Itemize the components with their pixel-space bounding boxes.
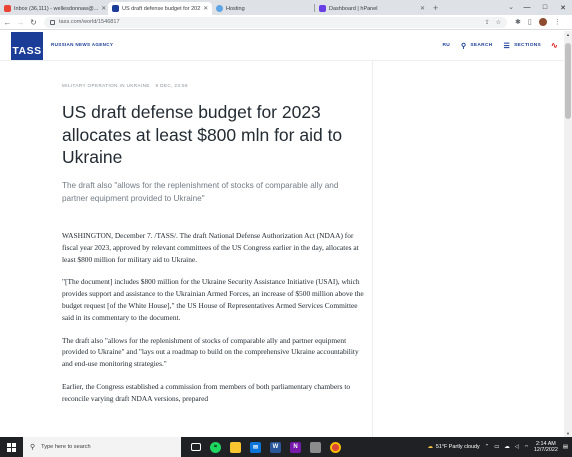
window-controls: — □ ✕ [518,0,572,15]
site-tagline: RUSSIAN NEWS AGENCY [51,42,114,47]
tab-gmail[interactable]: Inbox (36,111) - wellesdonnaw@... ✕ [0,2,108,15]
bookmark-star-icon[interactable]: ☆ [496,19,501,26]
chevron-up-icon[interactable]: ⌃ [485,444,490,450]
article-headline: US draft defense budget for 2023 allocat… [62,102,343,167]
wifi-icon[interactable]: ⌔ [524,444,529,451]
address-bar[interactable]: tass.com/world/1546817 ⇪ ☆ [44,16,507,28]
sections-label: SECTIONS [514,43,541,48]
article-body: WASHINGTON, December 7. /TASS/. The draf… [62,230,367,416]
reload-button[interactable]: ↻ [28,18,39,27]
hamburger-icon: ☰ [503,42,511,50]
tab-title: US draft defense budget for 202 [122,5,201,12]
tab-title: Dashboard | hPanel [329,5,378,12]
tass-favicon-icon [112,5,119,12]
tab-hpanel[interactable]: Dashboard | hPanel ✕ [315,2,429,15]
partly-cloudy-icon: ☁ [427,444,433,450]
globe-icon [216,5,223,12]
spotify-icon[interactable]: ≈ [210,441,221,453]
cloud-icon[interactable]: ☁ [504,444,509,450]
article-paragraph: The draft also "allows for the replenish… [62,335,359,369]
article-paragraph: Earlier, the Congress established a comm… [62,381,351,403]
browser-tab-strip: Inbox (36,111) - wellesdonnaw@... ✕ US d… [0,0,572,15]
content-divider [372,61,373,437]
hostinger-icon [319,5,326,12]
scrollbar-thumb[interactable] [565,43,571,119]
article-category[interactable]: MILITARY OPERATION IN UKRAINE [62,83,150,88]
url-text[interactable]: tass.com/world/1546817 [59,19,120,25]
browser-toolbar: ← → ↻ tass.com/world/1546817 ⇪ ☆ ✱ ▯ ⋮ [0,15,572,30]
close-icon[interactable]: ✕ [417,5,425,12]
system-tray: ☁ 51°F Partly cloudy ⌃ ▭ ☁ ◁ ⌔ 2:14 AM 1… [427,437,568,457]
close-icon[interactable]: ✕ [98,5,106,12]
side-panel-icon[interactable]: ▯ [528,18,532,26]
scroll-down-icon[interactable]: ▼ [564,431,572,436]
trending-icon[interactable]: ∿ [551,41,558,50]
taskbar-clock[interactable]: 2:14 AM 12/7/2022 [534,441,558,453]
article-paragraph: "[The document] includes $800 million fo… [62,277,364,322]
forward-button[interactable]: → [15,18,26,27]
site-header: TASS RUSSIAN NEWS AGENCY RU ⚲ SEARCH ☰ S… [0,31,564,61]
file-explorer-icon[interactable] [230,441,241,453]
extensions-puzzle-icon[interactable]: ✱ [515,18,521,26]
tab-hosting[interactable]: Hosting [212,2,314,15]
close-icon[interactable]: ✕ [200,5,208,12]
article-lead: The draft also "allows for the replenish… [62,181,339,203]
mail-icon[interactable]: ✉ [250,441,261,453]
tab-tass-article[interactable]: US draft defense budget for 202 ✕ [108,2,212,15]
network-icon[interactable]: ▭ [494,444,499,450]
windows-start-icon[interactable] [7,442,16,452]
task-view-icon[interactable] [191,443,201,451]
word-icon[interactable]: W [270,441,281,453]
search-icon: ⚲ [460,42,467,50]
maximize-button[interactable]: □ [536,4,554,11]
profile-avatar[interactable] [538,18,547,26]
back-button[interactable]: ← [2,18,13,27]
app-icon[interactable] [310,441,321,453]
windows-taskbar: ⚲ Type here to search ≈ ✉ W N ☁ 51°F Par… [0,437,572,457]
notifications-icon[interactable]: ▤ [563,444,568,450]
tab-title: Inbox (36,111) - wellesdonnaw@... [14,5,99,12]
sections-button[interactable]: ☰ SECTIONS [503,42,541,50]
gmail-icon [4,5,11,12]
taskbar-search-input[interactable]: ⚲ Type here to search [23,437,181,457]
close-window-button[interactable]: ✕ [554,4,572,12]
weather-text: 51°F Partly cloudy [435,444,480,450]
page-scrollbar[interactable]: ▲ ▼ [564,31,572,437]
taskbar-apps: ≈ ✉ W N [191,441,341,453]
tass-logo[interactable]: TASS [11,32,43,60]
onenote-icon[interactable]: N [290,441,301,453]
tab-title: Hosting [226,5,245,12]
more-menu-icon[interactable]: ⋮ [554,18,561,26]
chrome-icon[interactable] [330,441,341,453]
clock-date: 12/7/2022 [533,447,558,453]
header-nav: RU ⚲ SEARCH ☰ SECTIONS ∿ [431,41,558,50]
scroll-up-icon[interactable]: ▲ [564,32,572,37]
volume-icon[interactable]: ◁ [515,444,519,450]
chevron-down-icon[interactable]: ⌄ [508,3,514,11]
weather-widget[interactable]: ☁ 51°F Partly cloudy [427,444,479,450]
search-label: SEARCH [470,43,493,48]
article-date: 8 DEC, 23:58 [155,83,188,88]
search-icon: ⚲ [30,444,36,451]
search-button[interactable]: ⚲ SEARCH [461,42,493,50]
share-icon[interactable]: ⇪ [485,19,490,26]
new-tab-button[interactable]: + [433,3,438,13]
language-switch-ru[interactable]: RU [442,43,450,48]
minimize-button[interactable]: — [518,4,536,11]
lock-icon[interactable] [50,19,55,25]
taskbar-search-placeholder: Type here to search [41,444,91,450]
article-meta: MILITARY OPERATION IN UKRAINE 8 DEC, 23:… [62,83,188,88]
article-paragraph: WASHINGTON, December 7. /TASS/. The draf… [62,231,359,264]
